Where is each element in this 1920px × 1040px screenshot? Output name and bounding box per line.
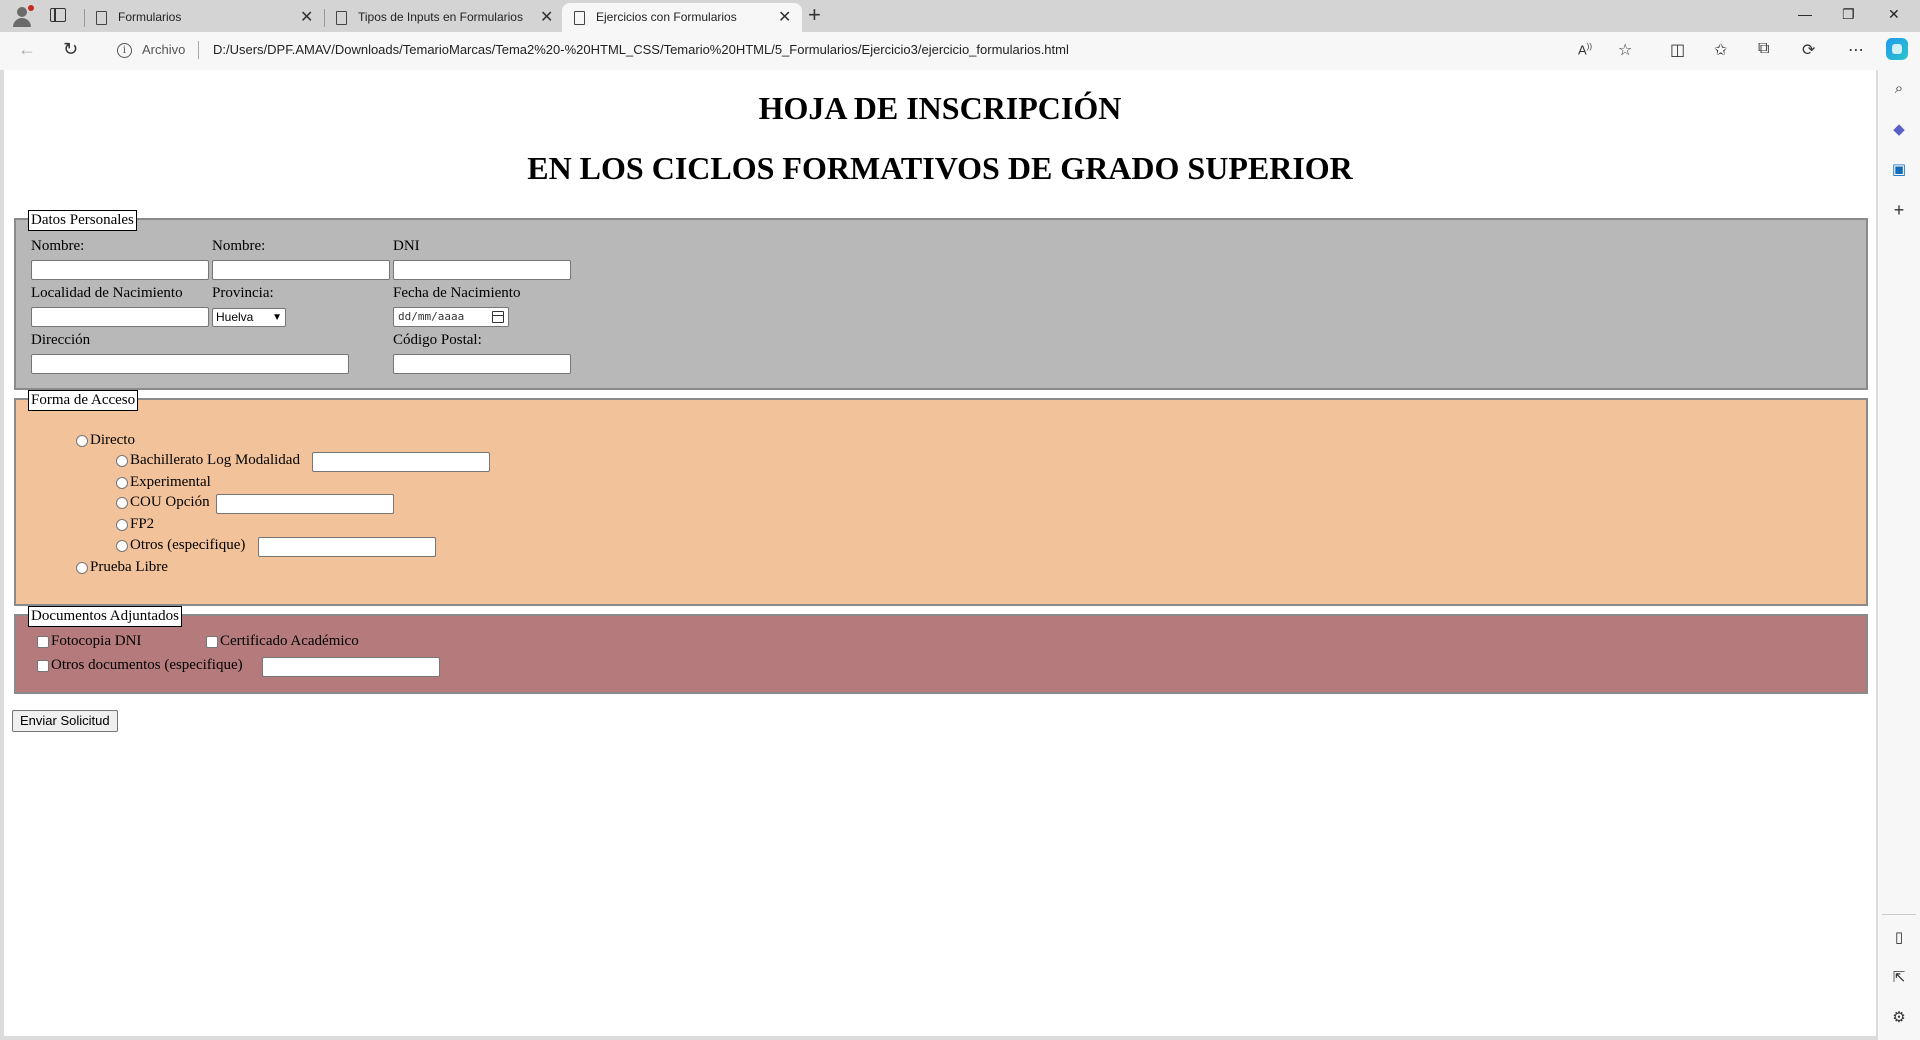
favorites-icon[interactable]: ✩ bbox=[1714, 40, 1727, 60]
tab-title: Formularios bbox=[118, 10, 182, 24]
browser-sidebar: ⌕ ◆ ▣ + ▯ ⇱ ⚙ bbox=[1878, 70, 1920, 1040]
open-external-icon[interactable]: ⇱ bbox=[1878, 968, 1920, 986]
favorite-star-icon[interactable]: ☆ bbox=[1618, 40, 1632, 60]
direccion-input[interactable] bbox=[31, 354, 349, 374]
page-title: HOJA DE INSCRIPCIÓN bbox=[758, 90, 1122, 126]
certificado-label: Certificado Académico bbox=[220, 633, 359, 649]
documentos-fieldset: Documentos Adjuntados Fotocopia DNI Cert… bbox=[14, 606, 1868, 694]
bachillerato-radio[interactable] bbox=[116, 455, 128, 467]
info-icon[interactable]: i bbox=[117, 43, 132, 58]
fp2-radio[interactable] bbox=[116, 519, 128, 531]
otros-documentos-label: Otros documentos (especifique) bbox=[51, 657, 243, 673]
nombre-input[interactable] bbox=[31, 260, 209, 280]
prueba-libre-label: Prueba Libre bbox=[90, 559, 168, 575]
url-scheme-label: Archivo bbox=[142, 42, 186, 57]
date-placeholder: dd/mm/aaaa bbox=[398, 310, 465, 323]
datos-personales-fieldset: Datos Personales Nombre: Nombre: DNI Loc… bbox=[14, 210, 1868, 390]
apellidos-label: Nombre: bbox=[212, 238, 266, 254]
more-menu-icon[interactable]: ⋯ bbox=[1848, 40, 1864, 60]
nombre-label: Nombre: bbox=[31, 238, 85, 254]
otros-acceso-input[interactable] bbox=[258, 537, 436, 557]
copilot-app-icon[interactable]: ◆ bbox=[1878, 120, 1920, 138]
page-icon bbox=[336, 11, 347, 25]
copilot-icon[interactable] bbox=[1886, 38, 1908, 60]
otros-acceso-radio[interactable] bbox=[116, 540, 128, 552]
tab-title: Ejercicios con Formularios bbox=[596, 10, 737, 24]
fotocopia-dni-label: Fotocopia DNI bbox=[51, 633, 142, 649]
cou-opcion-input[interactable] bbox=[216, 494, 394, 514]
fieldset-legend: Datos Personales bbox=[28, 210, 137, 231]
bachillerato-modalidad-input[interactable] bbox=[312, 452, 490, 472]
provincia-selected: Huelva bbox=[216, 310, 254, 324]
address-bar: ← ↻ i Archivo D:/Users/DPF.AMAV/Download… bbox=[0, 32, 1920, 70]
tab-tipos-inputs[interactable]: Tipos de Inputs en Formularios ✕ bbox=[324, 3, 564, 32]
forma-acceso-fieldset: Forma de Acceso Directo Bachillerato Log… bbox=[14, 390, 1868, 606]
provincia-label: Provincia: bbox=[212, 285, 274, 301]
experimental-label: Experimental bbox=[130, 474, 211, 490]
minimize-icon[interactable]: — bbox=[1798, 6, 1812, 22]
fieldset-legend: Documentos Adjuntados bbox=[28, 606, 182, 627]
codigo-postal-label: Código Postal: bbox=[393, 332, 482, 348]
codigo-postal-input[interactable] bbox=[393, 354, 571, 374]
sidebar-toggle-icon[interactable]: ▯ bbox=[1878, 928, 1920, 946]
dni-label: DNI bbox=[393, 238, 420, 254]
close-icon[interactable]: ✕ bbox=[778, 7, 791, 27]
page-content: HOJA DE INSCRIPCIÓN EN LOS CICLOS FORMAT… bbox=[4, 70, 1876, 1036]
collections-icon[interactable]: ⧉ bbox=[1758, 40, 1769, 58]
settings-gear-icon[interactable]: ⚙ bbox=[1878, 1008, 1920, 1026]
calendar-icon[interactable] bbox=[492, 311, 504, 323]
page-subtitle: EN LOS CICLOS FORMATIVOS DE GRADO SUPERI… bbox=[527, 150, 1353, 186]
enviar-solicitud-button[interactable]: Enviar Solicitud bbox=[12, 710, 118, 732]
tab-actions-icon[interactable] bbox=[50, 8, 66, 22]
read-aloud-icon[interactable]: A)) bbox=[1578, 42, 1592, 57]
otros-documentos-checkbox[interactable] bbox=[37, 660, 49, 672]
fecha-label: Fecha de Nacimiento bbox=[393, 285, 521, 301]
page-icon bbox=[96, 11, 107, 25]
tab-formularios[interactable]: Formularios ✕ bbox=[84, 3, 324, 32]
fp2-label: FP2 bbox=[130, 516, 155, 532]
fieldset-legend: Forma de Acceso bbox=[28, 390, 139, 411]
tab-title: Tipos de Inputs en Formularios bbox=[358, 10, 523, 24]
outlook-icon[interactable]: ▣ bbox=[1878, 160, 1920, 178]
sidebar-divider bbox=[1882, 914, 1916, 915]
fecha-nacimiento-input[interactable]: dd/mm/aaaa bbox=[393, 307, 509, 327]
cou-radio[interactable] bbox=[116, 497, 128, 509]
directo-label: Directo bbox=[90, 432, 135, 448]
cou-label: COU Opción bbox=[130, 494, 210, 510]
add-app-icon[interactable]: + bbox=[1878, 200, 1920, 221]
url-input[interactable]: D:/Users/DPF.AMAV/Downloads/TemarioMarca… bbox=[213, 42, 1069, 57]
certificado-checkbox[interactable] bbox=[206, 636, 218, 648]
provincia-select[interactable]: Huelva ▼ bbox=[212, 308, 286, 327]
direccion-label: Dirección bbox=[31, 332, 91, 348]
dni-input[interactable] bbox=[393, 260, 571, 280]
restore-icon[interactable]: ❐ bbox=[1842, 6, 1855, 23]
localidad-input[interactable] bbox=[31, 307, 209, 327]
localidad-label: Localidad de Nacimiento bbox=[31, 285, 183, 301]
search-icon[interactable]: ⌕ bbox=[1878, 80, 1920, 97]
tab-strip: Formularios ✕ Tipos de Inputs en Formula… bbox=[0, 0, 1920, 32]
profile-avatar[interactable] bbox=[10, 4, 34, 28]
back-icon[interactable]: ← bbox=[18, 39, 36, 60]
window-close-icon[interactable]: ✕ bbox=[1888, 6, 1900, 23]
extensions-icon[interactable]: ⟳ bbox=[1802, 40, 1815, 60]
close-icon[interactable]: ✕ bbox=[300, 7, 313, 27]
new-tab-icon[interactable]: + bbox=[808, 2, 821, 28]
url-divider bbox=[198, 41, 199, 59]
apellidos-input[interactable] bbox=[212, 260, 390, 280]
otros-acceso-label: Otros (especifique) bbox=[130, 537, 246, 553]
bachillerato-label: Bachillerato Log Modalidad bbox=[130, 452, 300, 468]
directo-radio[interactable] bbox=[76, 435, 88, 447]
reload-icon[interactable]: ↻ bbox=[63, 39, 78, 60]
prueba-libre-radio[interactable] bbox=[76, 562, 88, 574]
experimental-radio[interactable] bbox=[116, 477, 128, 489]
otros-documentos-input[interactable] bbox=[262, 657, 440, 677]
page-icon bbox=[574, 11, 585, 25]
fotocopia-dni-checkbox[interactable] bbox=[37, 636, 49, 648]
close-icon[interactable]: ✕ bbox=[540, 7, 553, 27]
tab-ejercicios-active[interactable]: Ejercicios con Formularios ✕ bbox=[562, 3, 802, 32]
split-screen-icon[interactable]: ◫ bbox=[1670, 40, 1685, 60]
chevron-down-icon: ▼ bbox=[272, 312, 282, 323]
